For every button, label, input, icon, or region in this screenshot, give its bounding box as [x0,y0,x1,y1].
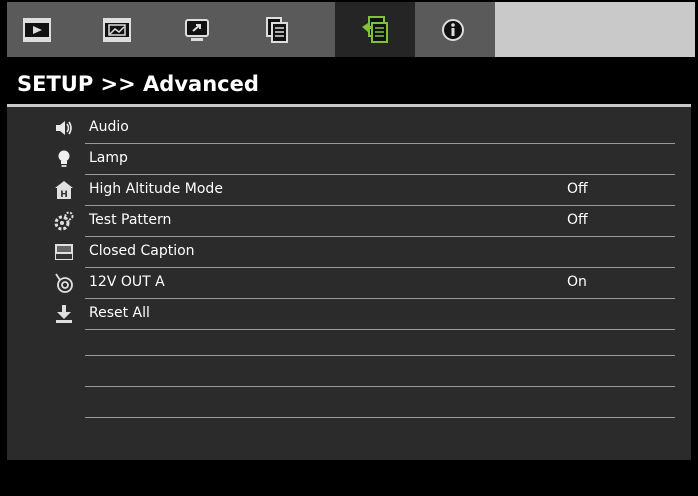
menu-item-audio[interactable]: Audio [56,113,675,144]
setup-document-icon [266,16,288,43]
menu-item-reset-all[interactable]: Reset All [56,299,675,330]
high-altitude-icon: H [55,181,73,200]
menu-item-label: High Altitude Mode [89,181,223,197]
menu-item-value: On [567,274,587,290]
closed-caption-icon [55,244,73,260]
page-title: SETUP >> Advanced [7,64,691,104]
svg-text:H: H [60,190,68,200]
status-bar [7,460,691,494]
empty-row-divider [85,386,675,387]
menu-item-value: Off [567,181,588,197]
menu-item-lamp[interactable]: Lamp [58,144,675,175]
speaker-icon [56,121,72,135]
menu-item-closed-caption[interactable]: Closed Caption [55,237,675,268]
information-icon [442,18,464,41]
tab-setup-advanced[interactable] [335,2,415,57]
lamp-icon [58,150,70,167]
projector-osd: SETUP >> Advanced Audio Lamp H High Alti… [0,0,698,496]
menu-item-label: Lamp [89,150,128,166]
test-pattern-icon [54,211,74,231]
menu-item-label: Test Pattern [89,212,172,228]
tab-setup-basic[interactable] [171,2,223,57]
tab-image[interactable] [11,2,63,57]
setup-advanced-icon [362,15,388,43]
menu-panel: Audio Lamp H High Altitude Mode Off Test… [7,107,691,460]
tab-display[interactable] [91,2,143,57]
menu-item-high-altitude-mode[interactable]: H High Altitude Mode Off [55,175,675,206]
display-settings-icon [103,17,131,42]
menu-item-test-pattern[interactable]: Test Pattern Off [54,206,675,237]
menu-item-label: 12V OUT A [89,274,165,290]
reset-icon [56,305,72,323]
tab-strip [7,2,495,57]
menu-item-12v-out-a[interactable]: 12V OUT A On [55,268,675,299]
setup-basic-icon [185,18,209,41]
trigger-out-icon [55,273,73,293]
tab-information[interactable] [427,2,479,57]
tab-setup-document[interactable] [251,2,303,57]
empty-row-divider [85,417,675,418]
menu-item-value: Off [567,212,588,228]
empty-row-divider [85,355,675,356]
menu-item-label: Audio [89,119,129,135]
menu-item-label: Closed Caption [89,243,195,259]
menu-item-label: Reset All [89,305,150,321]
image-settings-icon [23,17,51,42]
